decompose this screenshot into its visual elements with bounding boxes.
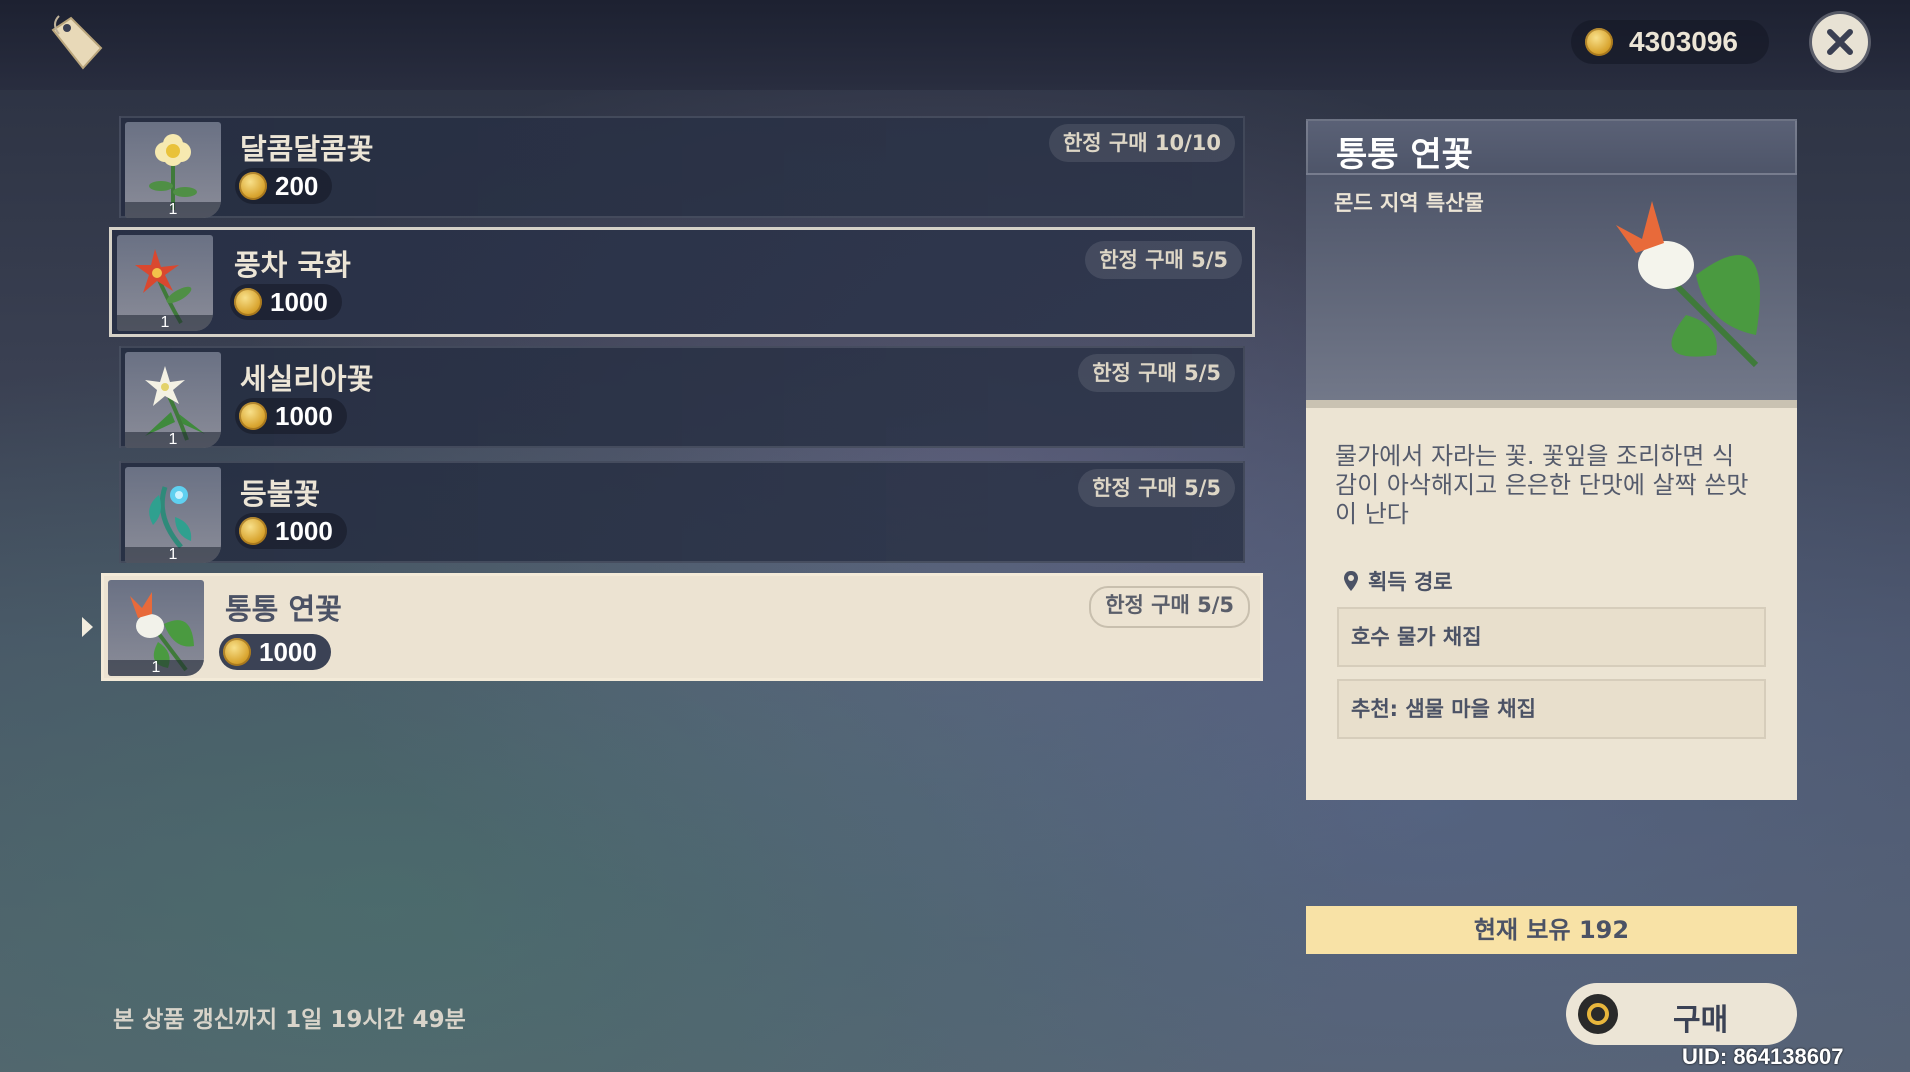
item-quantity: 1	[117, 315, 213, 331]
detail-title: 통통 연꽃	[1336, 135, 1473, 175]
item-thumbnail: 1	[125, 467, 221, 563]
item-quantity: 1	[125, 547, 221, 563]
price-tag-icon	[51, 15, 103, 70]
owned-count: 현재 보유 192	[1306, 906, 1797, 954]
item-name: 풍차 국화	[234, 248, 351, 282]
purchase-limit-badge: 한정 구매 5/5	[1085, 241, 1242, 279]
item-quantity: 1	[125, 432, 221, 448]
location-pin-icon	[1344, 571, 1358, 591]
mora-coin-icon	[239, 517, 267, 545]
mora-coin-icon	[239, 402, 267, 430]
item-thumbnail: 1	[117, 235, 213, 331]
confirm-key-icon	[1578, 994, 1618, 1034]
item-price: 1000	[219, 634, 331, 670]
detail-header: 통통 연꽃	[1306, 119, 1797, 175]
item-thumbnail: 1	[125, 122, 221, 218]
route-entry[interactable]: 추천: 샘물 마을 채집	[1337, 679, 1766, 739]
item-name: 달콤달콤꽃	[240, 132, 374, 166]
item-price-value: 200	[275, 170, 319, 201]
purchase-limit-badge: 한정 구매 5/5	[1078, 469, 1235, 507]
item-description: 물가에서 자라는 꽃. 꽃잎을 조리하면 식감이 아삭해지고 은은한 단맛에 살…	[1335, 442, 1749, 528]
acquisition-route-label: 획득 경로	[1344, 566, 1453, 596]
currency-amount: 4303096	[1629, 26, 1739, 57]
mora-coin-icon	[223, 638, 251, 666]
shop-item-cecilia[interactable]: 1 세실리아꽃 1000 한정 구매 5/5	[119, 346, 1245, 448]
item-name: 세실리아꽃	[240, 362, 374, 396]
purchase-limit-badge: 한정 구매 5/5	[1089, 586, 1250, 628]
calla-lily-icon	[1616, 201, 1760, 368]
item-price-value: 1000	[270, 286, 328, 317]
item-price-value: 1000	[259, 636, 317, 667]
refresh-timer: 본 상품 갱신까지 1일 19시간 49분	[113, 1007, 466, 1033]
currency-display: 4303096	[1571, 20, 1769, 64]
purchase-limit-badge: 한정 구매 5/5	[1078, 354, 1235, 392]
mora-coin-icon	[239, 172, 267, 200]
item-price-value: 1000	[275, 515, 333, 546]
purchase-limit-badge: 한정 구매 10/10	[1048, 124, 1235, 162]
item-price: 200	[235, 168, 333, 204]
item-name: 통통 연꽃	[225, 592, 342, 626]
detail-subtitle: 몬드 지역 특산물	[1334, 191, 1484, 215]
close-icon	[1827, 29, 1853, 55]
detail-art: 몬드 지역 특산물	[1306, 175, 1797, 400]
buy-label: 구매	[1673, 1003, 1729, 1038]
buy-button[interactable]: 구매	[1566, 983, 1797, 1045]
item-price: 1000	[235, 398, 347, 434]
shop-item-windwheel-aster[interactable]: 1 풍차 국화 1000 한정 구매 5/5	[109, 227, 1255, 337]
mora-coin-icon	[1585, 28, 1613, 56]
close-button[interactable]	[1812, 14, 1868, 70]
item-thumbnail: 1	[125, 352, 221, 448]
shop-item-calla-lily[interactable]: 1 통통 연꽃 1000 한정 구매 5/5	[101, 573, 1263, 681]
detail-body: 물가에서 자라는 꽃. 꽃잎을 조리하면 식감이 아삭해지고 은은한 단맛에 살…	[1306, 400, 1797, 800]
route-entry[interactable]: 호수 물가 채집	[1337, 607, 1766, 667]
item-price: 1000	[235, 513, 347, 549]
route-label-text: 획득 경로	[1368, 570, 1453, 594]
item-quantity: 1	[125, 202, 221, 218]
item-price: 1000	[230, 284, 342, 320]
shop-item-small-lamp-grass[interactable]: 1 등불꽃 1000 한정 구매 5/5	[119, 461, 1245, 563]
shop-item-sweet-flower[interactable]: 1 달콤달콤꽃 200 한정 구매 10/10	[119, 116, 1245, 218]
uid-label: UID: 864138607	[1682, 1044, 1844, 1069]
item-quantity: 1	[108, 660, 204, 676]
item-thumbnail: 1	[108, 580, 204, 676]
selection-arrow-icon	[82, 617, 93, 637]
divider	[1306, 400, 1797, 408]
item-name: 등불꽃	[240, 477, 321, 511]
mora-coin-icon	[234, 288, 262, 316]
item-price-value: 1000	[275, 400, 333, 431]
